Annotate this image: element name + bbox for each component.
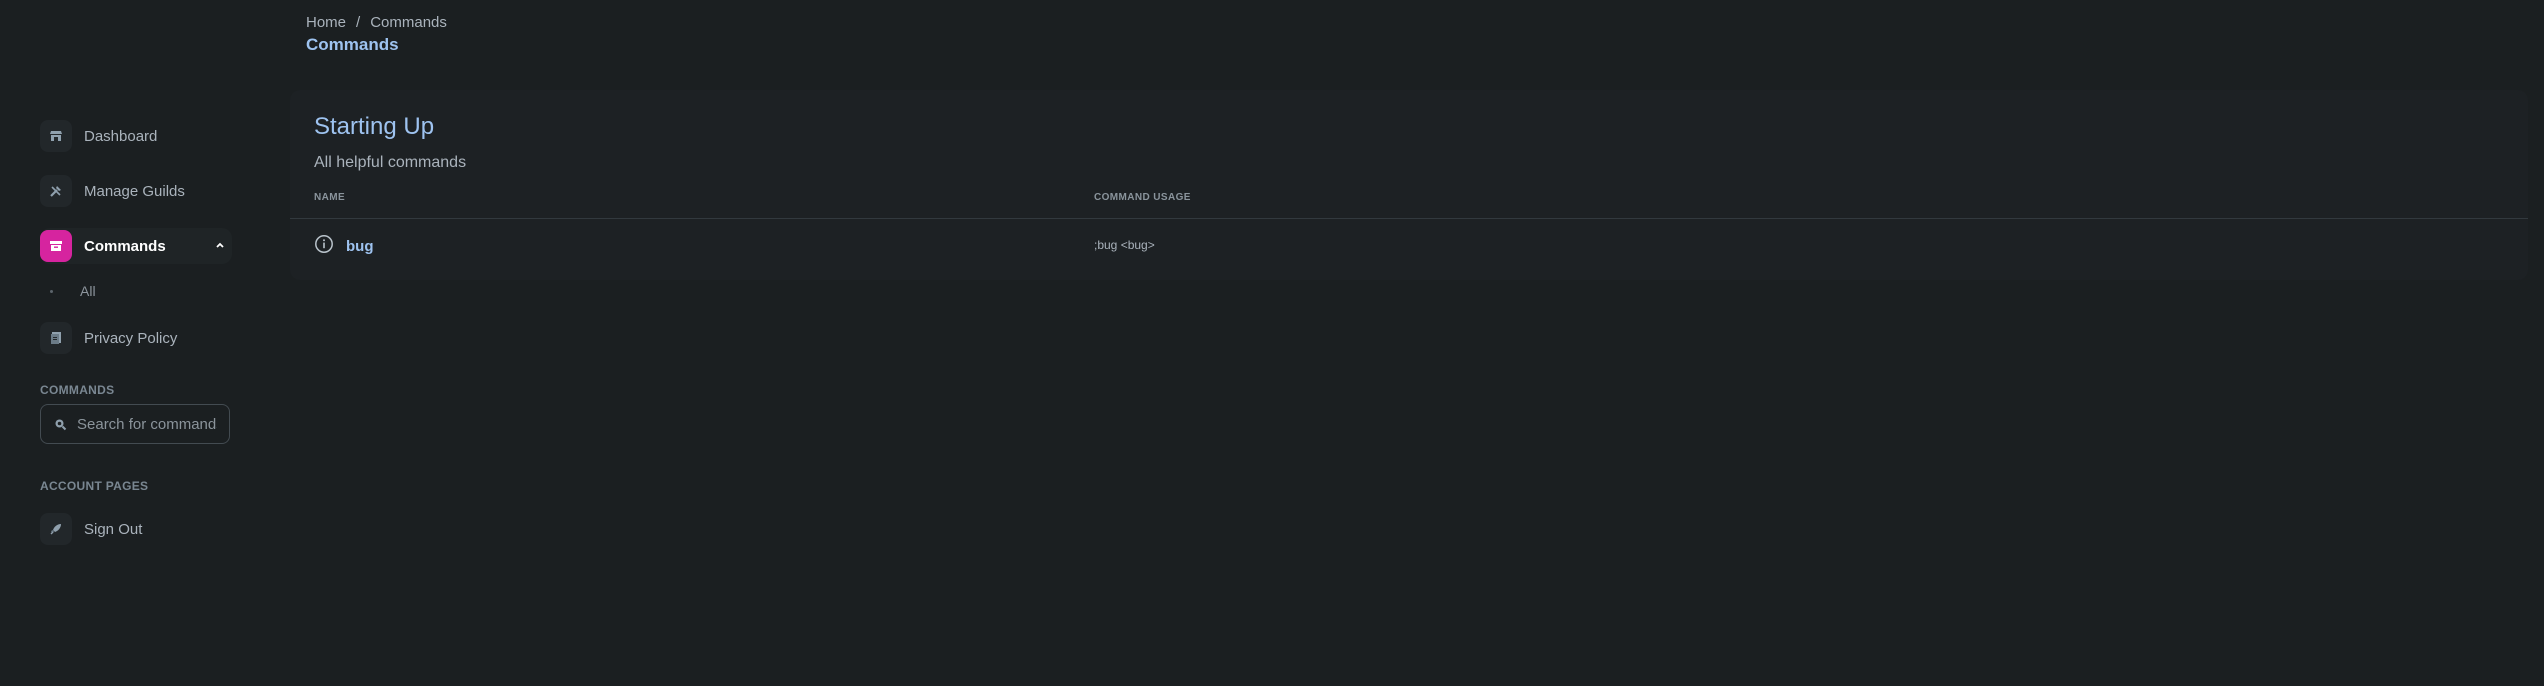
column-header-command-usage: COMMAND USAGE — [1094, 192, 1191, 203]
rocket-icon — [40, 513, 72, 545]
table-divider — [290, 218, 2528, 219]
sidebar-subitem-all[interactable]: All — [50, 282, 96, 300]
search-icon — [54, 418, 67, 431]
card-subtitle: All helpful commands — [314, 154, 467, 171]
sidebar-item-label: Commands — [84, 237, 166, 255]
sidebar-item-label: Privacy Policy — [84, 329, 178, 347]
sidebar-subitem-label: All — [80, 283, 96, 299]
sidebar: Dashboard Manage Guilds Commands All Pri… — [0, 0, 260, 686]
sidebar-item-label: Sign Out — [84, 520, 143, 538]
section-title-commands: COMMANDS — [40, 383, 115, 397]
chevron-up-icon[interactable] — [214, 238, 226, 256]
command-usage: ;bug <bug> — [1094, 238, 1155, 252]
command-name[interactable]: bug — [346, 238, 374, 255]
breadcrumb: Home / Commands — [306, 14, 447, 31]
sidebar-item-privacy-policy[interactable]: Privacy Policy — [40, 320, 232, 356]
command-search[interactable] — [40, 404, 230, 444]
breadcrumb-separator: / — [356, 14, 361, 31]
info-icon[interactable] — [314, 234, 334, 259]
column-header-name: NAME — [314, 192, 346, 203]
search-input[interactable] — [75, 414, 219, 434]
section-title-account-pages: ACCOUNT PAGES — [40, 479, 149, 493]
commands-card: Starting Up All helpful commands NAME CO… — [290, 90, 2528, 280]
store-icon — [40, 120, 72, 152]
sidebar-item-label: Dashboard — [84, 127, 158, 145]
breadcrumb-current: Commands — [370, 14, 447, 31]
document-icon — [40, 322, 72, 354]
sidebar-item-label: Manage Guilds — [84, 182, 185, 200]
page-title: Commands — [306, 35, 399, 54]
archive-icon — [40, 230, 72, 262]
sidebar-item-sign-out[interactable]: Sign Out — [40, 511, 232, 547]
table-row[interactable]: bug — [314, 234, 374, 259]
breadcrumb-home[interactable]: Home — [306, 14, 346, 31]
sidebar-item-commands[interactable]: Commands — [40, 228, 232, 264]
sidebar-item-manage-guilds[interactable]: Manage Guilds — [40, 173, 232, 209]
bullet-icon — [50, 289, 53, 293]
sidebar-item-dashboard[interactable]: Dashboard — [40, 118, 232, 154]
tools-icon — [40, 175, 72, 207]
card-title: Starting Up — [314, 113, 435, 140]
